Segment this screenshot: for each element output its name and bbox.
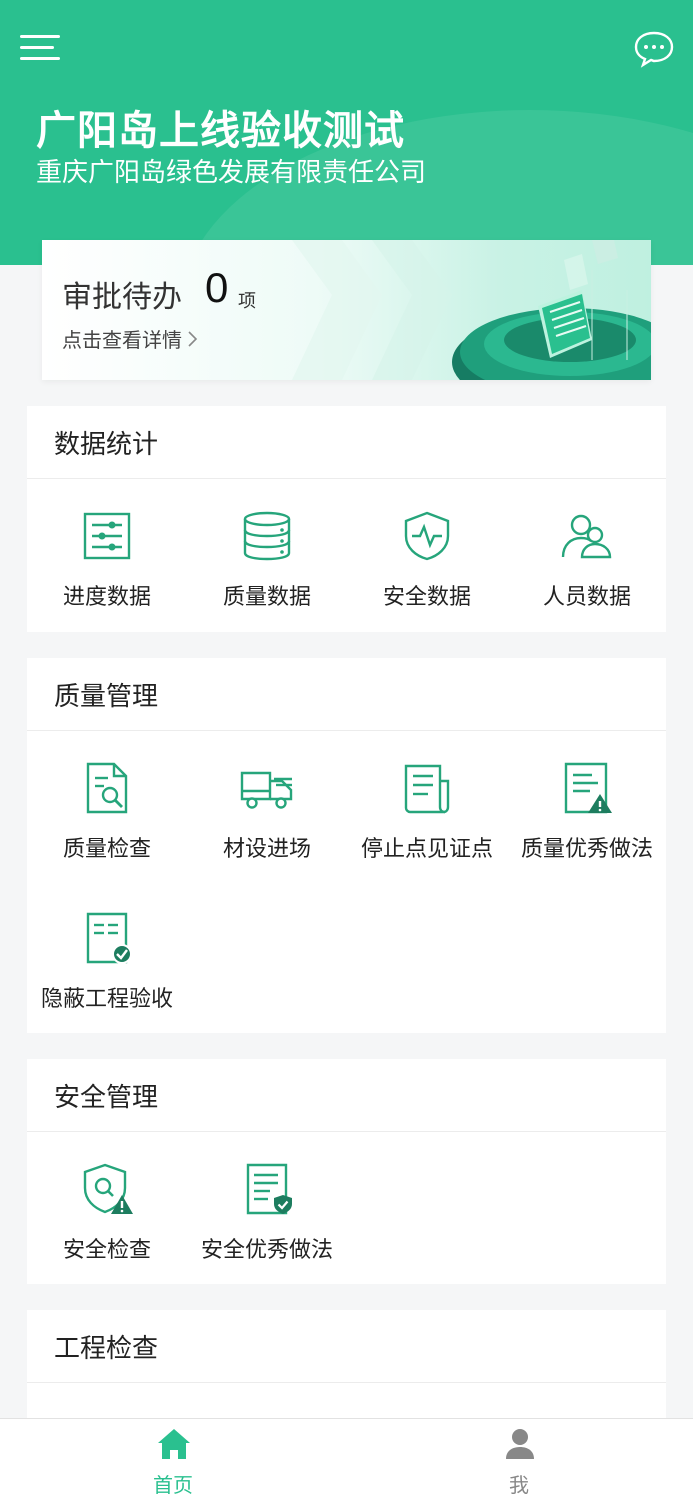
safety-management-section: 安全管理 安全检查 安全优秀做法 [27, 1059, 666, 1284]
data-statistics-section: 数据统计 进度数据 质量数据 安全数据 人员数据 [27, 406, 666, 632]
quality-best-practice-button[interactable]: 质量优秀做法 [507, 731, 667, 881]
tab-home-label: 首页 [153, 1473, 193, 1497]
section-title: 工程检查 [27, 1310, 666, 1383]
header-banner: 广阳岛上线验收测试 重庆广阳岛绿色发展有限责任公司 [0, 0, 693, 265]
shield-pulse-icon [404, 511, 450, 561]
approval-todo-card[interactable]: 审批待办 0 项 点击查看详情 [42, 240, 651, 380]
quality-inspection-label: 质量检查 [62, 837, 151, 862]
menu-icon[interactable] [20, 33, 60, 63]
quality-inspection-button[interactable]: 质量检查 [27, 731, 187, 881]
progress-sliders-icon [83, 512, 131, 560]
personnel-data-button[interactable]: 人员数据 [507, 479, 667, 629]
witness-point-label: 停止点见证点 [360, 837, 493, 862]
progress-data-label: 进度数据 [62, 585, 151, 610]
bottom-tab-bar: 首页 我 [0, 1418, 693, 1500]
project-title: 广阳岛上线验收测试 [36, 108, 405, 154]
concealed-work-acceptance-label: 隐蔽工程验收 [40, 987, 173, 1012]
engineering-inspection-section: 工程检查 [27, 1310, 666, 1418]
progress-data-button[interactable]: 进度数据 [27, 479, 187, 629]
document-search-icon [86, 762, 128, 814]
message-icon[interactable] [634, 30, 674, 68]
view-details-label: 点击查看详情 [62, 328, 182, 352]
safety-inspection-label: 安全检查 [62, 1238, 151, 1263]
view-details-link[interactable]: 点击查看详情 [62, 324, 200, 353]
safety-data-label: 安全数据 [382, 585, 471, 610]
newspaper-icon [404, 764, 450, 814]
truck-icon [240, 771, 293, 809]
safety-best-practice-button[interactable]: 安全优秀做法 [187, 1132, 347, 1282]
document-check-icon [86, 912, 132, 964]
todo-count: 0 [205, 264, 229, 311]
tab-home[interactable]: 首页 [113, 1419, 233, 1500]
home-icon [158, 1429, 190, 1459]
safety-best-practice-label: 安全优秀做法 [200, 1238, 333, 1263]
safety-inspection-button[interactable]: 安全检查 [27, 1132, 187, 1282]
section-title: 安全管理 [27, 1059, 666, 1132]
quality-data-label: 质量数据 [222, 585, 311, 610]
chevron-right-icon [188, 330, 198, 347]
company-name: 重庆广阳岛绿色发展有限责任公司 [36, 158, 427, 188]
witness-point-button[interactable]: 停止点见证点 [347, 731, 507, 881]
material-entry-button[interactable]: 材设进场 [187, 731, 347, 881]
database-icon [243, 511, 291, 561]
material-entry-label: 材设进场 [222, 837, 311, 862]
safety-data-button[interactable]: 安全数据 [347, 479, 507, 629]
personnel-data-label: 人员数据 [542, 585, 631, 610]
todo-title: 审批待办 [62, 280, 182, 315]
document-warning-icon [564, 762, 612, 814]
users-icon [561, 514, 612, 559]
section-title: 质量管理 [27, 658, 666, 731]
shield-search-warning-icon [83, 1163, 133, 1214]
quality-data-button[interactable]: 质量数据 [187, 479, 347, 629]
tab-me[interactable]: 我 [459, 1419, 579, 1500]
tab-me-label: 我 [509, 1473, 529, 1497]
section-title: 数据统计 [27, 406, 666, 479]
concealed-work-acceptance-button[interactable]: 隐蔽工程验收 [27, 881, 187, 1031]
quality-management-section: 质量管理 质量检查 材设进场 停止点见证点 质量优秀做法 隐蔽工程验收 [27, 658, 666, 1033]
quality-best-practice-label: 质量优秀做法 [520, 837, 653, 862]
document-shield-check-icon [246, 1163, 292, 1215]
todo-unit: 项 [238, 291, 256, 312]
document-platform-illustration [452, 240, 651, 380]
user-icon [506, 1429, 534, 1459]
